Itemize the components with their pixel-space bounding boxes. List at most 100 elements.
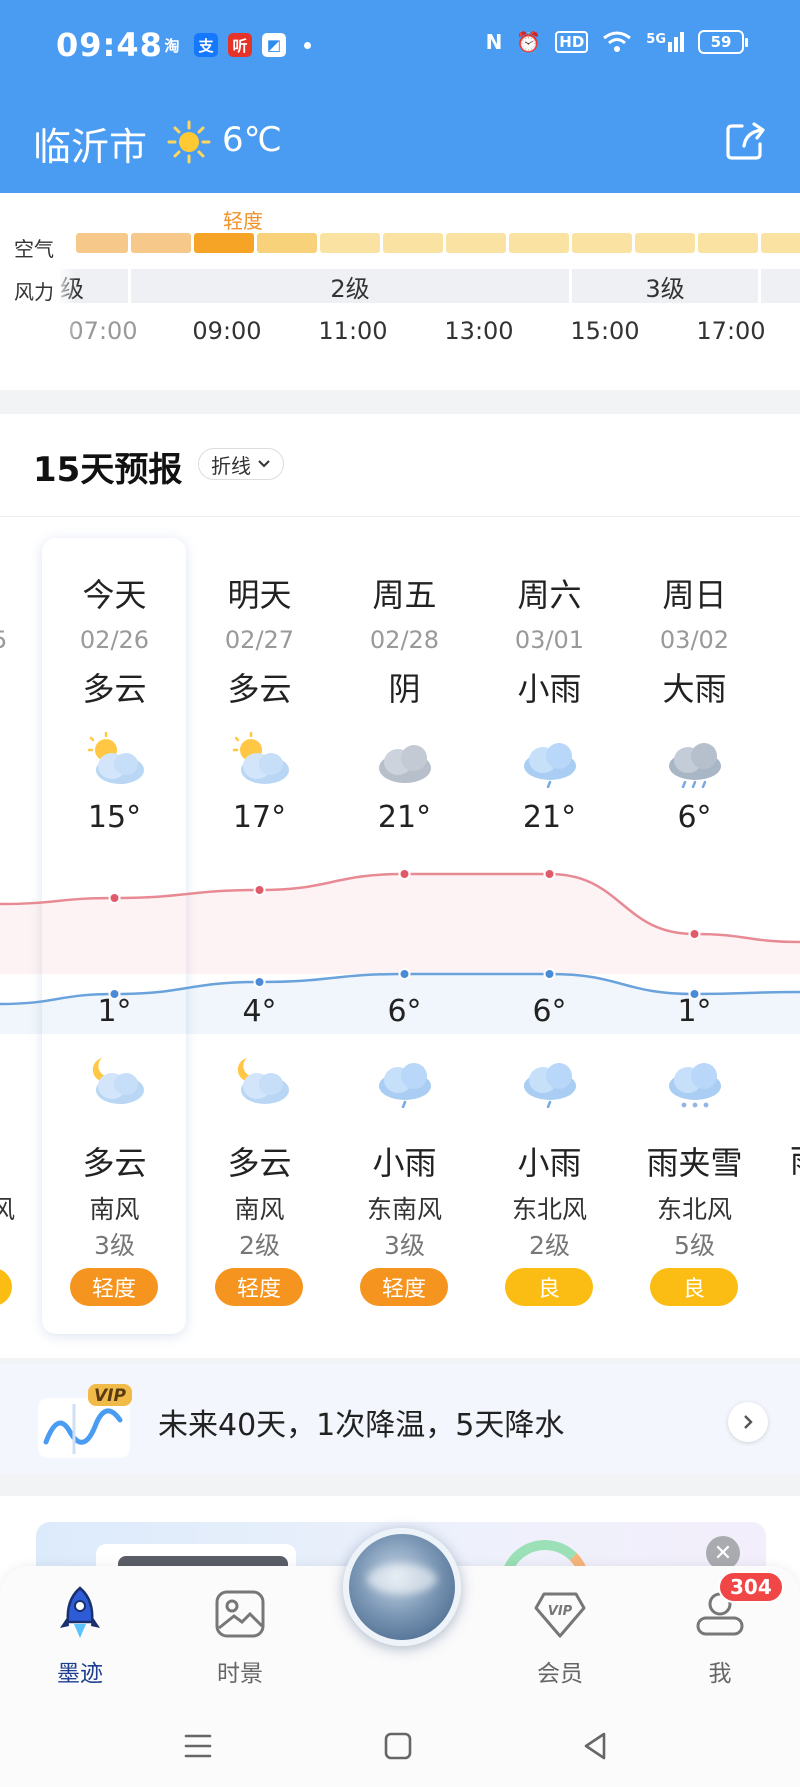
nav-item-vip[interactable]: VIP 会员 (500, 1584, 620, 1688)
vip-arrow-button[interactable] (728, 1402, 768, 1442)
hour-label: 17:00 (696, 317, 766, 345)
center-weather-globe-button[interactable] (343, 1528, 461, 1646)
alipay-icon: 支 (194, 33, 218, 57)
day-label: 周日 (662, 576, 727, 614)
day-weather: 多云 (227, 670, 292, 708)
night-weather: 雨夹雪 (646, 1144, 743, 1182)
aqi-badge: 轻度 (70, 1268, 158, 1306)
chevron-right-icon (744, 1415, 753, 1429)
aq-cell (698, 233, 758, 253)
low-temp: 4° (242, 994, 277, 1029)
hour-label: 11:00 (318, 317, 388, 345)
system-icons: N ⏰ HD 5G 59 (485, 30, 748, 54)
low-temp: 6° (387, 994, 422, 1029)
vip-forecast-text: 未来40天，1次降温，5天降水 (158, 1408, 565, 1443)
trend-chart-icon: VIP (38, 1384, 132, 1458)
vip-diamond-text: VIP (548, 1604, 573, 1619)
light-rain-icon (524, 743, 576, 788)
high-temp-point (543, 868, 556, 880)
partly-cloudy-day-icon (232, 731, 289, 784)
hour-label: 13:00 (444, 317, 514, 345)
night-weather: 多云 (82, 1144, 147, 1182)
light-rain-icon (379, 1063, 431, 1108)
status-bar: 09:48 淘 支 听 ◩ N ⏰ HD 5G 59 (0, 0, 800, 92)
wind-level-text: 3级 (645, 274, 685, 303)
partly-cloudy-day-icon (87, 731, 144, 784)
day-date: 02/28 (369, 626, 440, 654)
hour-label: 09:00 (192, 317, 262, 345)
nav-label: 墨迹 (57, 1661, 103, 1687)
wind-level: 3级 (384, 1231, 425, 1260)
aq-cell (572, 233, 632, 253)
aq-cell-active (194, 233, 254, 253)
battery-icon: 59 (698, 30, 748, 54)
light-rain-icon (524, 1063, 576, 1108)
hour-label: 15:00 (570, 317, 640, 345)
wind-direction: 南风 (234, 1195, 285, 1224)
hourly-strip[interactable]: 轻度 级 2级 3级 07:00 09:00 11:00 13:00 15:00… (0, 193, 800, 390)
day-label: 周六 (517, 576, 582, 614)
prev-day-aqi-partial (0, 1268, 12, 1306)
next-day-weather-partial: 雨 (790, 1136, 800, 1182)
day-date: 02/26 (79, 626, 150, 654)
home-icon[interactable] (378, 1726, 418, 1766)
day-weather: 小雨 (517, 670, 582, 708)
day-label: 周五 (372, 576, 437, 614)
top-bar: 09:48 淘 支 听 ◩ N ⏰ HD 5G 59 临沂市 6℃ (0, 0, 800, 193)
aq-row-label: 空气 (14, 237, 54, 261)
aqi-badge: 轻度 (360, 1268, 448, 1306)
night-weather: 多云 (227, 1144, 292, 1182)
aq-cell (509, 233, 569, 253)
sleet-icon (669, 1063, 721, 1108)
aq-cell (383, 233, 443, 253)
nav-item-moji[interactable]: 墨迹 (20, 1584, 140, 1688)
menu-icon[interactable] (178, 1726, 218, 1766)
signal-icon: 5G (646, 32, 684, 52)
chart-mode-dropdown[interactable]: 折线 (198, 448, 284, 480)
day-label: 今天 (82, 576, 147, 614)
wind-direction: 东南风 (366, 1195, 442, 1224)
rocket-icon (60, 1586, 100, 1638)
wind-segment (761, 269, 800, 303)
wind-direction: 南风 (89, 1195, 140, 1224)
notification-badge: 304 (718, 1571, 784, 1603)
alarm-icon: ⏰ (516, 30, 542, 54)
low-temp: 1° (97, 994, 132, 1029)
hd-icon: HD (555, 31, 589, 53)
sun-icon (167, 120, 211, 164)
wind-direction: 东北风 (511, 1195, 587, 1224)
vip-forecast-banner[interactable]: VIP 未来40天，1次降温，5天降水 (0, 1364, 800, 1474)
divider (0, 516, 800, 517)
aq-highlight-label: 轻度 (223, 209, 263, 233)
header: 临沂市 6℃ (0, 92, 800, 193)
notification-icons: 淘 支 听 ◩ (160, 33, 311, 57)
wind-segment: 3级 (572, 269, 758, 303)
wifi-icon (603, 31, 632, 52)
wind-row-label: 风力 (14, 280, 54, 304)
nfc-icon: N (485, 30, 503, 54)
current-temperature: 6℃ (222, 120, 282, 160)
back-icon[interactable] (576, 1726, 616, 1766)
high-temp: 6° (677, 800, 712, 835)
night-weather: 小雨 (372, 1144, 437, 1182)
low-temp-point (398, 968, 411, 980)
vip-diamond-icon: VIP (534, 1592, 586, 1638)
prev-day-date-partial: 5 (0, 626, 7, 654)
high-temp: 17° (232, 800, 287, 835)
wind-direction: 东北风 (656, 1195, 732, 1224)
high-temp: 21° (522, 800, 577, 835)
signal-5g-label: 5G (646, 32, 666, 47)
high-temp-point (688, 928, 701, 940)
wind-level: 3级 (94, 1231, 135, 1260)
ad-close-button[interactable]: ✕ (706, 1536, 740, 1570)
aq-cell (257, 233, 317, 253)
low-temp-point (543, 968, 556, 980)
app-square-icon: ◩ (262, 33, 286, 57)
day-date: 03/01 (514, 626, 585, 654)
city-name[interactable]: 临沂市 (33, 116, 147, 171)
aqi-badge: 良 (505, 1268, 593, 1306)
nav-label: 我 (708, 1661, 732, 1687)
share-icon[interactable] (724, 118, 768, 162)
partly-cloudy-night-icon (237, 1058, 289, 1104)
nav-item-scenes[interactable]: 时景 (180, 1584, 300, 1688)
